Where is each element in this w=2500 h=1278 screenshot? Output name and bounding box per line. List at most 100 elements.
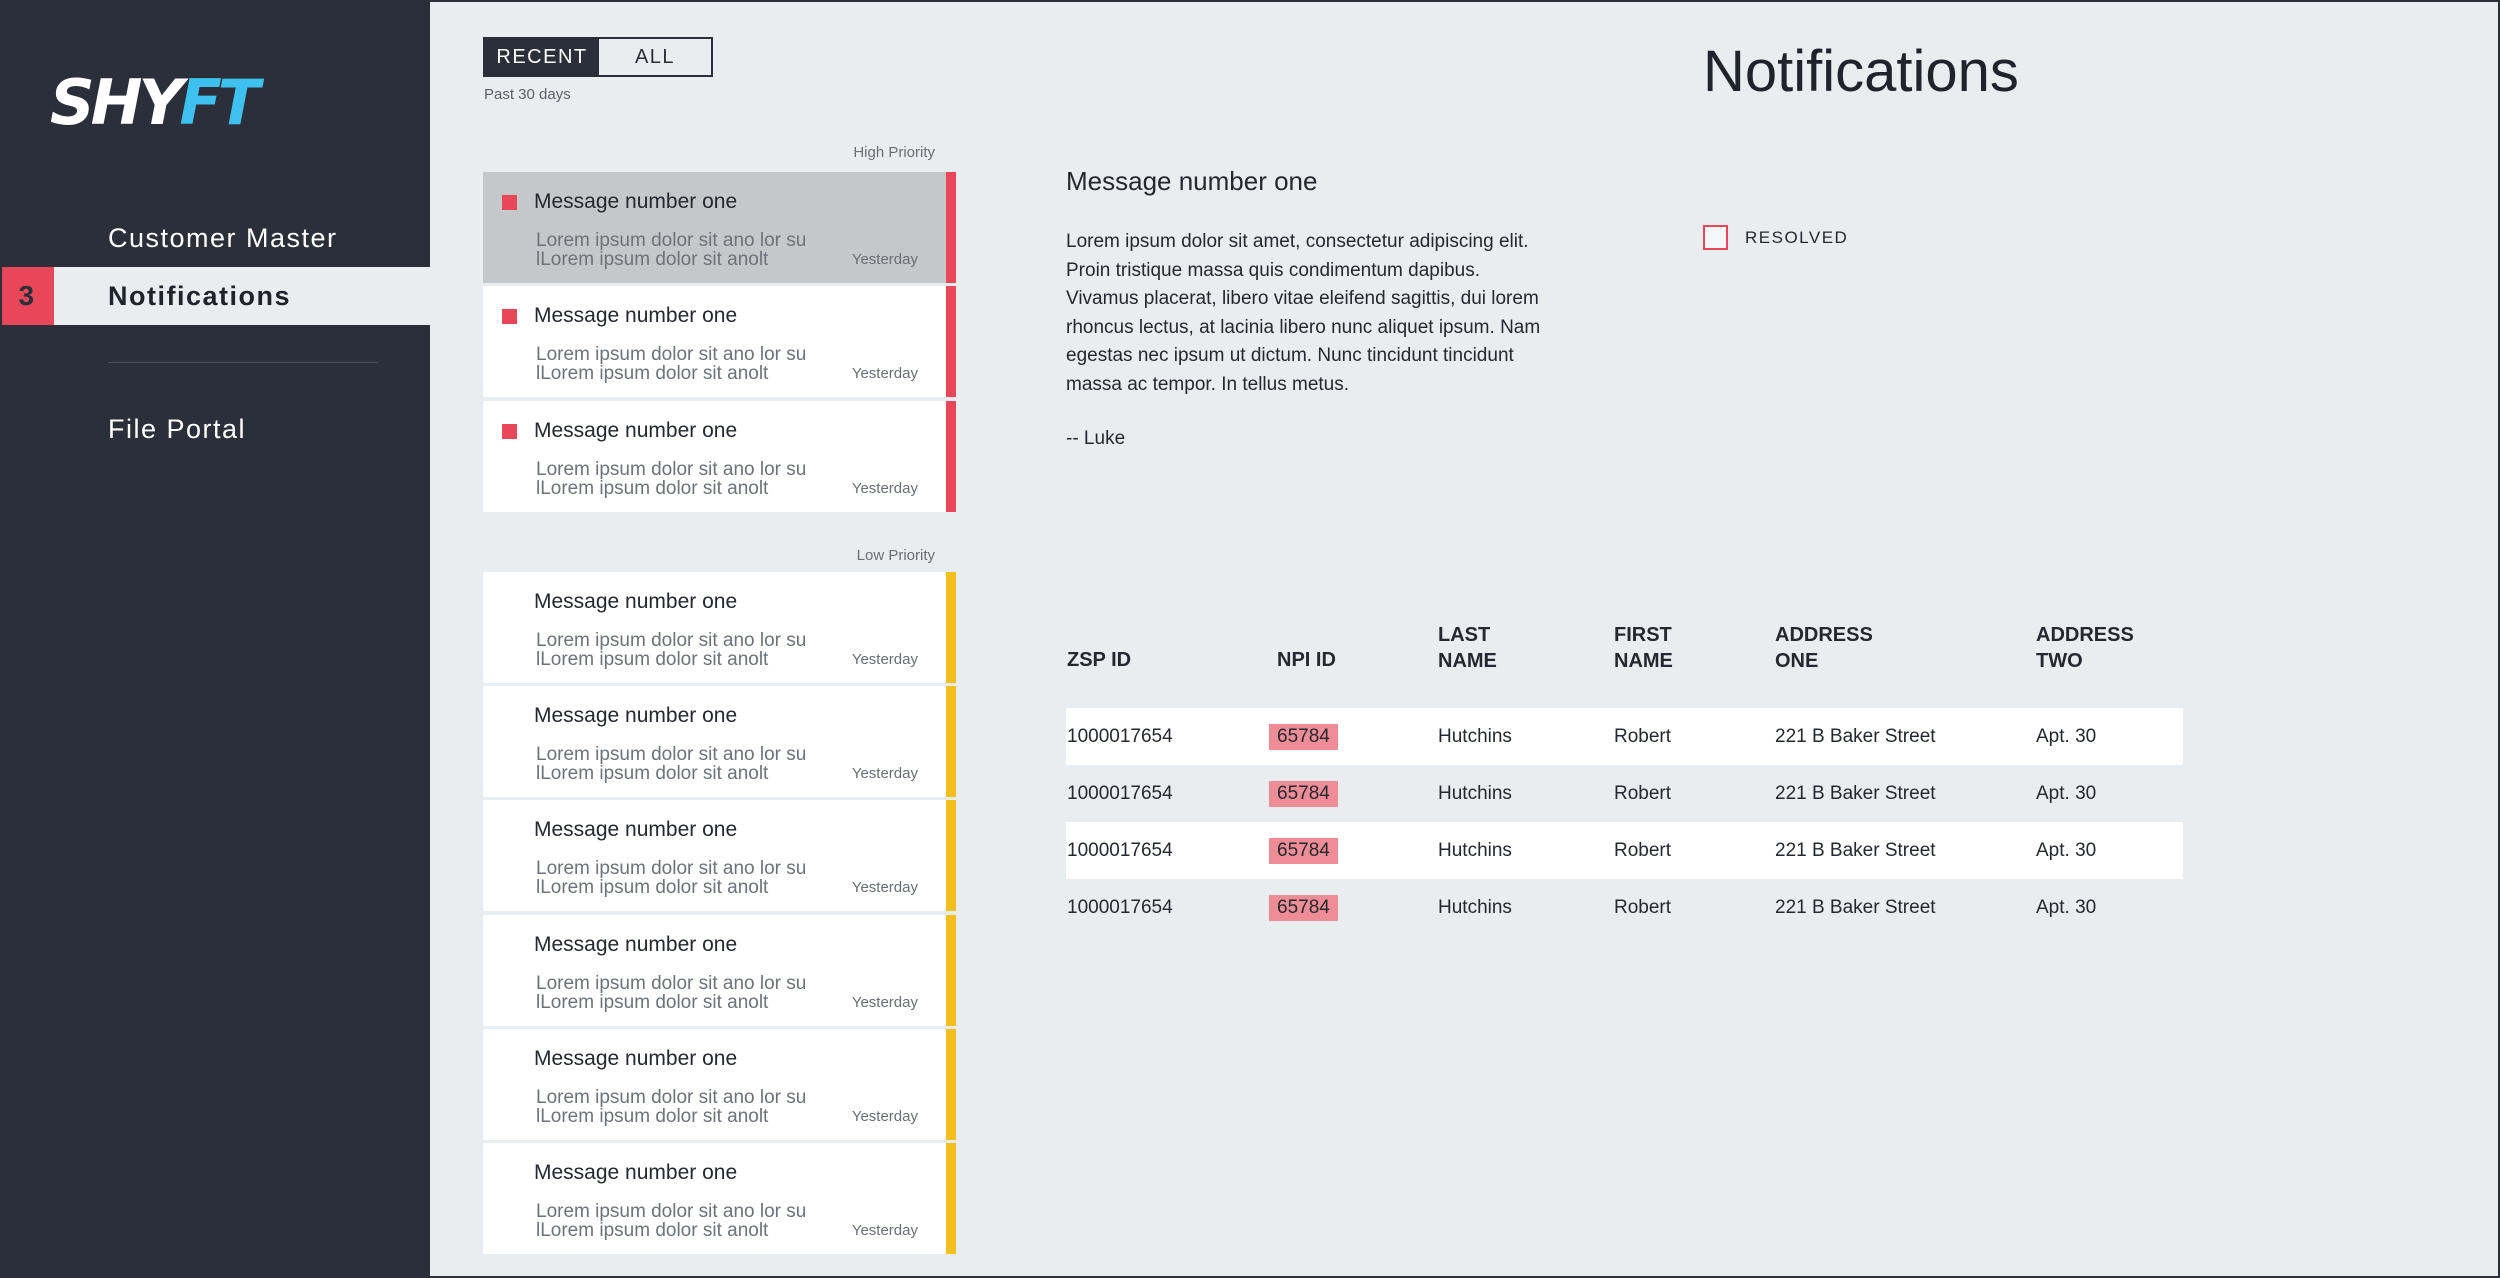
cell-address-two: Apt. 30 (2036, 782, 2097, 804)
npi-id-tag: 65784 (1269, 723, 1338, 750)
table-row[interactable]: 1000017654 65784 Hutchins Robert 221 B B… (1066, 879, 2183, 936)
cell-address-one: 221 B Baker Street (1775, 782, 1936, 804)
filter-all-button[interactable]: ALL (599, 39, 711, 75)
sidebar: SHYFT Customer Master 3 Notifications Fi… (0, 0, 430, 1278)
message-title: Message number one (534, 190, 738, 213)
table-row[interactable]: 1000017654 65784 Hutchins Robert 221 B B… (1066, 822, 2183, 879)
cell-first-name: Robert (1614, 725, 1672, 747)
cell-last-name: Hutchins (1438, 782, 1512, 804)
filter-recent-button[interactable]: RECENT (485, 39, 599, 75)
message-preview: Lorem ipsum dolor sit ano lor su lLorem i… (536, 460, 807, 498)
cell-last-name: Hutchins (1438, 839, 1512, 861)
table-row[interactable]: 1000017654 65784 Hutchins Robert 221 B B… (1066, 708, 2183, 765)
priority-stripe (946, 172, 956, 283)
resolved-checkbox[interactable]: RESOLVED (1703, 225, 1848, 250)
priority-stripe (946, 572, 956, 683)
sidebar-item-file-portal[interactable]: File Portal (0, 400, 430, 458)
shyft-logo[interactable]: SHYFT (50, 72, 260, 134)
page-title: Notifications (1703, 39, 2019, 104)
message-time: Yesterday (851, 1108, 918, 1125)
cell-zsp-id: 1000017654 (1067, 725, 1173, 747)
message-title: Message number one (534, 304, 738, 327)
npi-id-tag: 65784 (1269, 780, 1338, 807)
message-preview: Lorem ipsum dolor sit ano lor su lLorem i… (536, 231, 807, 269)
message-card-low-1[interactable]: Message number one Lorem ipsum dolor sit… (483, 572, 956, 683)
cell-first-name: Robert (1614, 896, 1672, 918)
message-signature: -- Luke (1066, 428, 1126, 449)
cell-address-one: 221 B Baker Street (1775, 839, 1936, 861)
message-preview: Lorem ipsum dolor sit ano lor su lLorem i… (536, 974, 807, 1012)
cell-npi-id: 65784 (1269, 879, 1338, 936)
message-card-low-5[interactable]: Message number one Lorem ipsum dolor sit… (483, 1029, 956, 1140)
message-title: Message number one (534, 1047, 738, 1070)
low-priority-label: Low Priority (856, 547, 935, 564)
sidebar-item-label: Notifications (108, 280, 292, 311)
message-card-low-6[interactable]: Message number one Lorem ipsum dolor sit… (483, 1143, 956, 1254)
cell-first-name: Robert (1614, 782, 1672, 804)
table-row[interactable]: 1000017654 65784 Hutchins Robert 221 B B… (1066, 765, 2183, 822)
message-time: Yesterday (851, 480, 918, 497)
cell-zsp-id: 1000017654 (1067, 896, 1173, 918)
message-card-high-2[interactable]: Message number one Lorem ipsum dolor sit… (483, 286, 956, 397)
notification-count-badge: 3 (0, 267, 54, 325)
checkbox-icon[interactable] (1703, 225, 1728, 250)
resolved-label: RESOLVED (1745, 227, 1849, 247)
message-preview: Lorem ipsum dolor sit ano lor su lLorem i… (536, 745, 807, 783)
priority-stripe (946, 915, 956, 1026)
date-range-caption: Past 30 days (484, 86, 571, 103)
cell-address-two: Apt. 30 (2036, 896, 2097, 918)
sidebar-item-label: Customer Master (108, 222, 338, 253)
column-header-first-name: FIRST NAME (1614, 624, 1673, 672)
column-header-npi-id: NPI ID (1277, 649, 1336, 671)
cell-last-name: Hutchins (1438, 896, 1512, 918)
message-detail-title: Message number one (1066, 166, 1318, 196)
cell-address-one: 221 B Baker Street (1775, 896, 1936, 918)
cell-zsp-id: 1000017654 (1067, 839, 1173, 861)
message-time: Yesterday (851, 1222, 918, 1239)
cell-npi-id: 65784 (1269, 708, 1338, 765)
cell-address-one: 221 B Baker Street (1775, 725, 1936, 747)
npi-id-tag: 65784 (1269, 894, 1338, 921)
unread-indicator-icon (502, 424, 517, 439)
message-time: Yesterday (851, 765, 918, 782)
message-card-high-1[interactable]: Message number one Lorem ipsum dolor sit… (483, 172, 956, 283)
message-card-low-2[interactable]: Message number one Lorem ipsum dolor sit… (483, 686, 956, 797)
message-detail-body: Lorem ipsum dolor sit amet, consectetur … (1066, 231, 1541, 395)
cell-first-name: Robert (1614, 839, 1672, 861)
sidebar-item-notifications[interactable]: 3 Notifications (0, 267, 430, 325)
message-time: Yesterday (851, 651, 918, 668)
message-card-low-3[interactable]: Message number one Lorem ipsum dolor sit… (483, 800, 956, 911)
column-header-address-one: ADDRESS ONE (1775, 624, 1873, 672)
message-preview: Lorem ipsum dolor sit ano lor su lLorem i… (536, 1088, 807, 1126)
column-header-zsp-id: ZSP ID (1067, 649, 1132, 671)
npi-id-tag: 65784 (1269, 837, 1338, 864)
high-priority-label: High Priority (853, 144, 935, 161)
priority-stripe (946, 686, 956, 797)
cell-zsp-id: 1000017654 (1067, 782, 1173, 804)
priority-stripe (946, 401, 956, 512)
message-preview: Lorem ipsum dolor sit ano lor su lLorem i… (536, 1202, 807, 1240)
priority-stripe (946, 1143, 956, 1254)
cell-address-two: Apt. 30 (2036, 725, 2097, 747)
message-time: Yesterday (851, 251, 918, 268)
cell-npi-id: 65784 (1269, 822, 1338, 879)
message-title: Message number one (534, 933, 738, 956)
message-preview: Lorem ipsum dolor sit ano lor su lLorem i… (536, 345, 807, 383)
message-title: Message number one (534, 818, 738, 841)
cell-address-two: Apt. 30 (2036, 839, 2097, 861)
cell-npi-id: 65784 (1269, 765, 1338, 822)
sidebar-item-label: File Portal (108, 413, 247, 444)
message-time: Yesterday (851, 879, 918, 896)
message-title: Message number one (534, 590, 738, 613)
message-title: Message number one (534, 704, 738, 727)
cell-last-name: Hutchins (1438, 725, 1512, 747)
column-header-address-two: ADDRESS TWO (2036, 624, 2134, 672)
message-preview: Lorem ipsum dolor sit ano lor su lLorem i… (536, 631, 807, 669)
message-card-high-3[interactable]: Message number one Lorem ipsum dolor sit… (483, 401, 956, 512)
priority-stripe (946, 1029, 956, 1140)
sidebar-item-customer-master[interactable]: Customer Master (0, 209, 430, 267)
message-card-low-4[interactable]: Message number one Lorem ipsum dolor sit… (483, 915, 956, 1026)
message-title: Message number one (534, 419, 738, 442)
sidebar-divider (108, 362, 378, 363)
unread-indicator-icon (502, 309, 517, 324)
